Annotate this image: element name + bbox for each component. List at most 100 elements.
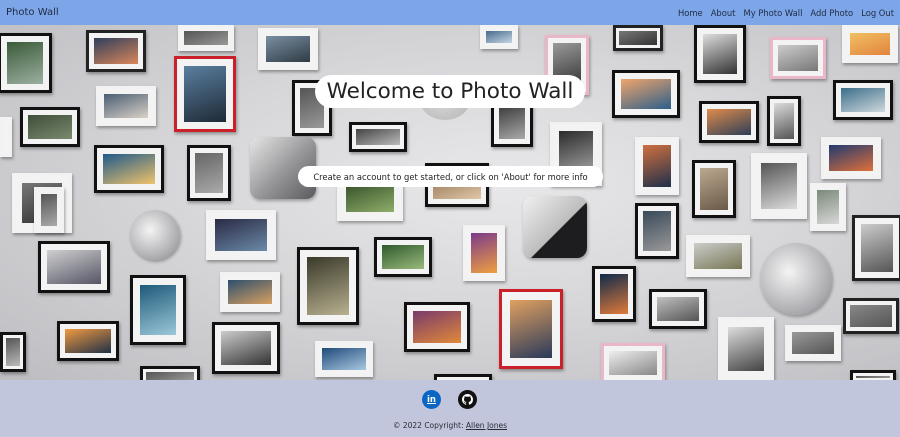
frame-photo bbox=[778, 45, 818, 71]
photo-frame bbox=[692, 160, 736, 218]
frame-photo bbox=[356, 129, 400, 145]
frame-photo bbox=[382, 245, 424, 269]
frame-photo bbox=[184, 31, 228, 45]
copyright-text: © 2022 Copyright: bbox=[392, 421, 464, 430]
frame-photo bbox=[850, 33, 890, 55]
photo-frame bbox=[349, 122, 407, 152]
photo-frame bbox=[206, 210, 276, 260]
photo-frame bbox=[592, 266, 636, 322]
frame-photo bbox=[707, 109, 751, 135]
frame-photo bbox=[266, 36, 310, 62]
frame-photo bbox=[700, 168, 728, 210]
hero-photo-wall: Welcome to Photo Wall Create an account … bbox=[0, 25, 900, 380]
photo-frame bbox=[499, 289, 563, 369]
photo-frame bbox=[613, 25, 663, 51]
photo-frame bbox=[86, 30, 146, 72]
frame-photo bbox=[841, 88, 885, 112]
frame-photo bbox=[609, 351, 657, 375]
photo-frame bbox=[842, 25, 898, 63]
photo-frame bbox=[751, 153, 807, 219]
github-icon[interactable] bbox=[458, 390, 477, 409]
frame-photo bbox=[65, 329, 111, 353]
frame-photo bbox=[774, 103, 794, 139]
frame-photo bbox=[619, 31, 657, 45]
photo-frame bbox=[0, 33, 52, 93]
frame-photo bbox=[856, 376, 890, 378]
round-mirror bbox=[760, 243, 832, 315]
photo-frame bbox=[187, 145, 231, 201]
frame-photo bbox=[184, 66, 226, 122]
photo-frame bbox=[635, 137, 679, 195]
photo-frame bbox=[635, 203, 679, 259]
frame-photo bbox=[694, 243, 742, 269]
frame-photo bbox=[413, 311, 461, 343]
photo-frame bbox=[178, 25, 234, 51]
photo-frame bbox=[601, 343, 665, 380]
frame-photo bbox=[600, 274, 628, 314]
frame-photo bbox=[228, 280, 272, 304]
photo-frame bbox=[767, 96, 801, 146]
frame-photo bbox=[792, 332, 834, 354]
photo-frame bbox=[258, 28, 318, 70]
photo-frame bbox=[480, 25, 518, 49]
photo-frame bbox=[96, 86, 156, 126]
frame-photo bbox=[146, 372, 194, 380]
frame-photo bbox=[221, 331, 271, 365]
frame-photo bbox=[140, 285, 176, 335]
photo-frame bbox=[785, 325, 841, 361]
frame-photo bbox=[861, 224, 893, 272]
navbar: Photo Wall Home About My Photo Wall Add … bbox=[0, 0, 900, 25]
frame-photo bbox=[195, 153, 223, 193]
copyright: © 2022 Copyright: Allen Jones bbox=[0, 421, 900, 430]
photo-frame bbox=[843, 298, 899, 334]
frame-photo bbox=[7, 42, 43, 84]
nav-about[interactable]: About bbox=[711, 8, 736, 18]
frame-photo bbox=[103, 154, 155, 184]
photo-frame bbox=[140, 366, 200, 380]
photo-frame bbox=[38, 241, 110, 293]
nav-log-out[interactable]: Log Out bbox=[861, 8, 894, 18]
frame-photo bbox=[621, 79, 671, 109]
frame-photo bbox=[322, 348, 366, 370]
photo-frame bbox=[810, 183, 846, 231]
frame-photo bbox=[703, 34, 737, 74]
frame-photo bbox=[215, 219, 267, 251]
frame-photo bbox=[728, 327, 764, 371]
photo-frame bbox=[821, 137, 881, 179]
photo-frame bbox=[315, 341, 373, 377]
frame-photo bbox=[307, 257, 349, 315]
frame-photo bbox=[761, 163, 797, 209]
frame-photo bbox=[471, 233, 497, 273]
frame-mat bbox=[3, 120, 9, 154]
photo-frame bbox=[649, 289, 707, 329]
photo-frame bbox=[404, 302, 470, 352]
photo-frame bbox=[34, 187, 64, 233]
photo-frame bbox=[694, 25, 746, 83]
round-mirror bbox=[130, 210, 180, 260]
photo-frame bbox=[94, 145, 164, 193]
frame-photo bbox=[94, 38, 138, 64]
frame-photo bbox=[28, 115, 72, 139]
frame-photo bbox=[104, 94, 148, 118]
linkedin-icon[interactable]: in bbox=[422, 390, 441, 409]
photo-frame bbox=[612, 70, 680, 118]
photo-frame bbox=[770, 37, 826, 79]
frame-photo bbox=[510, 300, 552, 358]
frame-photo bbox=[41, 194, 57, 226]
photo-frame bbox=[174, 56, 236, 132]
photo-frame bbox=[718, 317, 774, 380]
frame-photo bbox=[850, 305, 892, 327]
frame-photo bbox=[657, 297, 699, 321]
nav-home[interactable]: Home bbox=[678, 8, 703, 18]
hero-subtitle: Create an account to get started, or cli… bbox=[298, 166, 603, 187]
photo-frame bbox=[297, 247, 359, 325]
photo-frame bbox=[850, 370, 896, 380]
author-link[interactable]: Allen Jones bbox=[466, 421, 507, 430]
photo-frame bbox=[686, 235, 750, 277]
frame-photo bbox=[643, 211, 671, 251]
brand-link[interactable]: Photo Wall bbox=[6, 7, 59, 18]
frame-photo bbox=[486, 31, 512, 43]
nav-my-photo-wall[interactable]: My Photo Wall bbox=[743, 8, 802, 18]
nav-add-photo[interactable]: Add Photo bbox=[810, 8, 853, 18]
photo-frame bbox=[699, 101, 759, 143]
